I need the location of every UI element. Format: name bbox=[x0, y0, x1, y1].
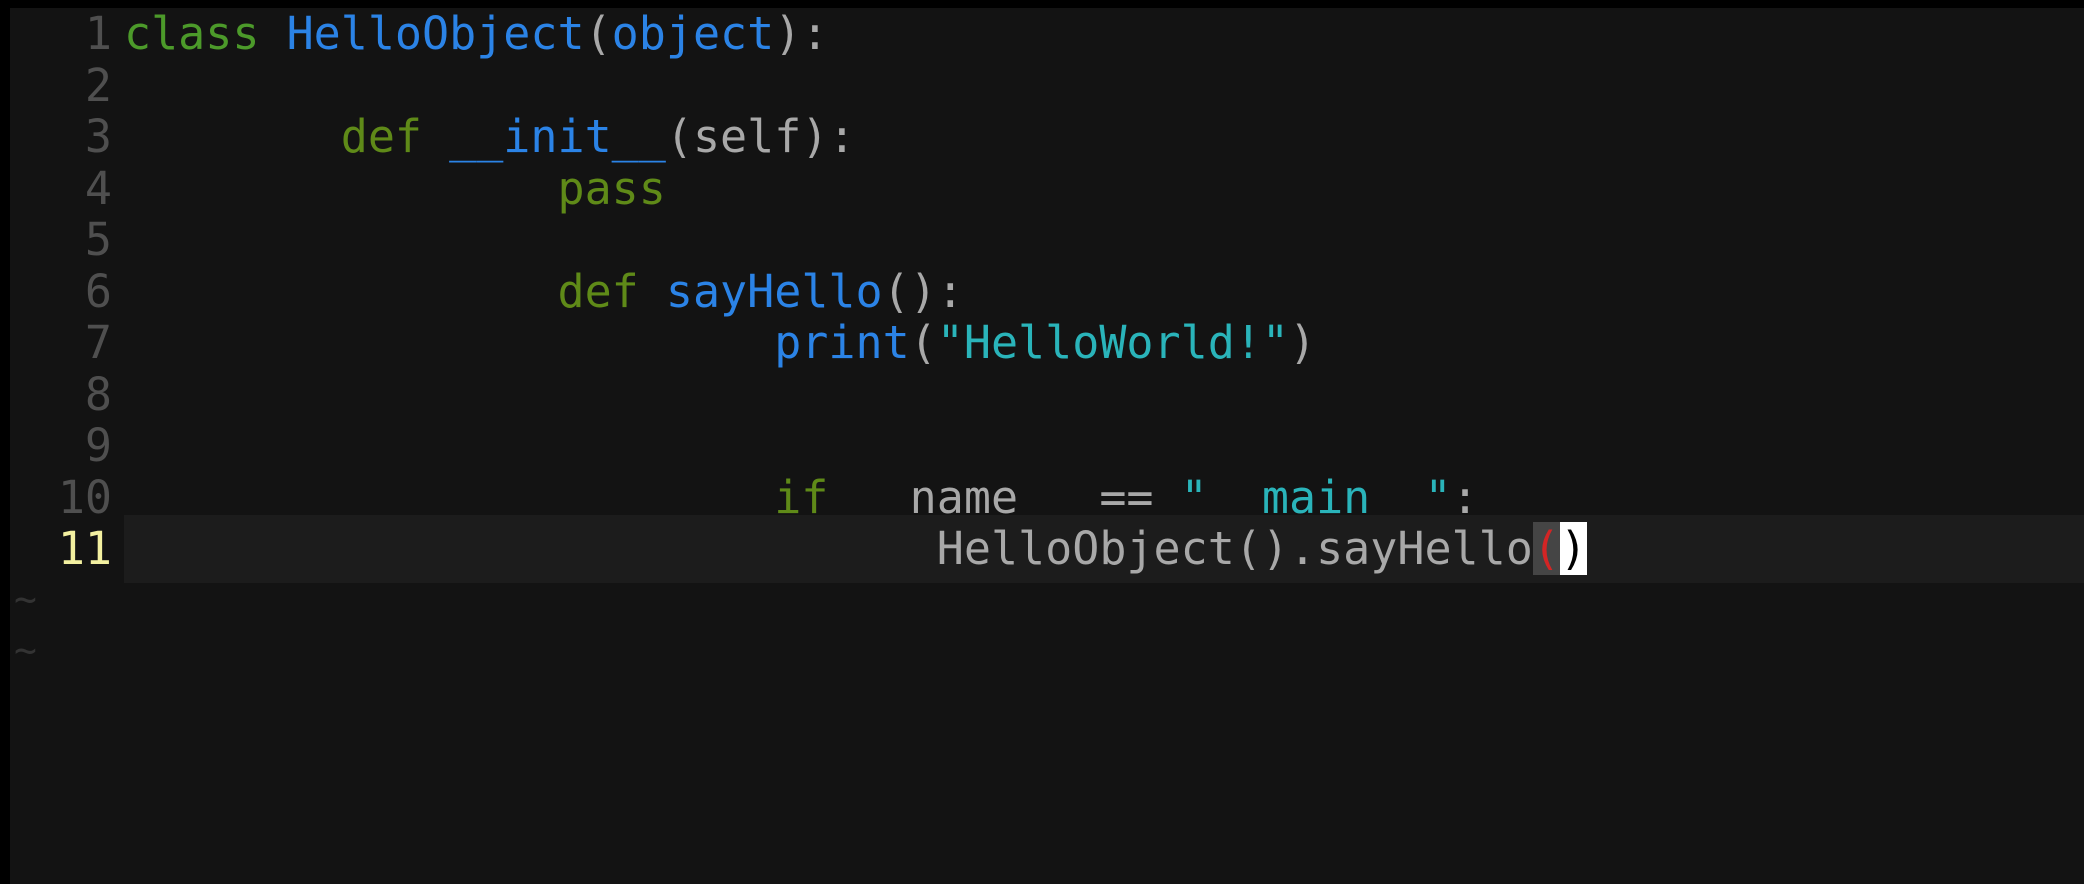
empty-line-marker: ~ bbox=[14, 628, 37, 672]
line-code[interactable]: HelloObject().sayHello() bbox=[124, 515, 1587, 583]
matching-bracket: ( bbox=[1532, 522, 1560, 575]
current-line[interactable]: 11 HelloObject().sayHello() bbox=[10, 515, 2084, 583]
code-editor[interactable]: 1 class HelloObject(object): 2 3 def __init… bbox=[10, 8, 2084, 884]
text-cursor: ) bbox=[1559, 522, 1587, 575]
code-token: HelloObject().sayHello bbox=[936, 522, 1533, 575]
